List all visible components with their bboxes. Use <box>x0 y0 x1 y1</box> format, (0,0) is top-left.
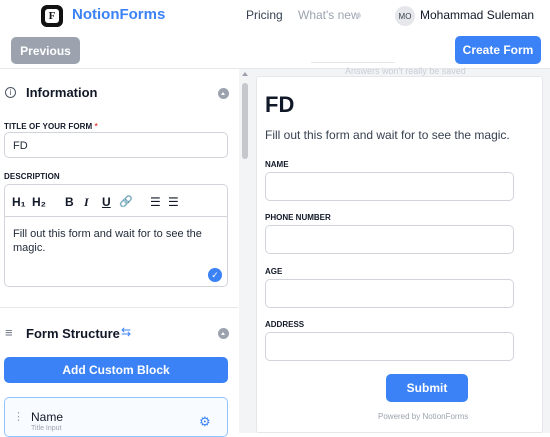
collapse-information-icon[interactable] <box>218 88 229 99</box>
scrollbar-thumb[interactable] <box>242 83 248 159</box>
italic-icon[interactable]: I <box>84 195 89 210</box>
information-section-title[interactable]: Information <box>26 85 98 100</box>
description-text-line2: magic. <box>13 242 46 254</box>
previous-button[interactable]: Previous <box>11 37 80 64</box>
powered-by-link[interactable]: Powered by NotionForms <box>378 412 468 421</box>
editor-toolbar-divider <box>5 216 227 217</box>
submit-button[interactable]: Submit <box>386 374 468 402</box>
description-text-line1: Fill out this form and wait for to see t… <box>13 228 202 240</box>
link-icon[interactable]: 🔗 <box>119 195 133 208</box>
form-structure-section-title[interactable]: Form Structure <box>26 326 120 341</box>
description-field-label: DESCRIPTION <box>4 172 60 181</box>
notification-dot-icon <box>356 13 361 18</box>
nav-whats-new-link[interactable]: What's new <box>298 8 360 22</box>
block-name: Name <box>31 410 64 424</box>
gear-icon[interactable]: ⚙ <box>199 414 211 430</box>
top-navbar: F NotionForms Pricing What's new MO Moha… <box>0 0 550 32</box>
bullet-list-icon[interactable]: ☰ <box>168 195 179 209</box>
ordered-list-icon[interactable]: ☰ <box>150 195 161 209</box>
preview-field-label: AGE <box>265 267 283 276</box>
address-input[interactable] <box>265 332 514 361</box>
logo-icon[interactable]: F <box>41 5 63 27</box>
underline-icon[interactable]: U <box>102 195 111 209</box>
check-icon: ✓ <box>208 268 222 282</box>
scroll-up-icon[interactable] <box>242 72 248 76</box>
divider <box>311 62 395 63</box>
preview-description: Fill out this form and wait for to see t… <box>265 128 510 142</box>
info-icon: i <box>5 87 16 98</box>
preview-field-label: NAME <box>265 160 289 169</box>
title-field-label: TITLE OF YOUR FORM * <box>4 122 98 131</box>
preview-title: FD <box>265 92 295 117</box>
nav-pricing-link[interactable]: Pricing <box>246 8 283 22</box>
block-type: Title Input <box>31 425 62 432</box>
form-title-input[interactable] <box>4 132 228 158</box>
user-name[interactable]: Mohammad Suleman <box>420 8 534 22</box>
drag-handle-icon[interactable]: ≡ <box>5 325 13 340</box>
bold-icon[interactable]: B <box>65 195 74 209</box>
refresh-icon[interactable]: ⇆ <box>121 325 131 339</box>
create-form-button[interactable]: Create Form <box>455 36 541 64</box>
heading2-icon[interactable]: H₂ <box>32 195 46 209</box>
preview-banner: Answers won't really be saved <box>345 66 466 76</box>
drag-handle-icon[interactable]: ⋮ <box>13 412 24 423</box>
phone-number-input[interactable] <box>265 225 514 254</box>
collapse-structure-icon[interactable] <box>218 328 229 339</box>
form-title-value: FD <box>13 140 28 152</box>
heading1-icon[interactable]: H₁ <box>12 195 26 209</box>
avatar[interactable]: MO <box>395 6 415 26</box>
preview-field-label: ADDRESS <box>265 320 305 329</box>
name-input[interactable] <box>265 172 514 201</box>
add-custom-block-button[interactable]: Add Custom Block <box>4 357 228 383</box>
age-input[interactable] <box>265 279 514 308</box>
section-divider <box>0 307 238 308</box>
brand-name[interactable]: NotionForms <box>72 6 165 23</box>
preview-field-label: PHONE NUMBER <box>265 213 331 222</box>
